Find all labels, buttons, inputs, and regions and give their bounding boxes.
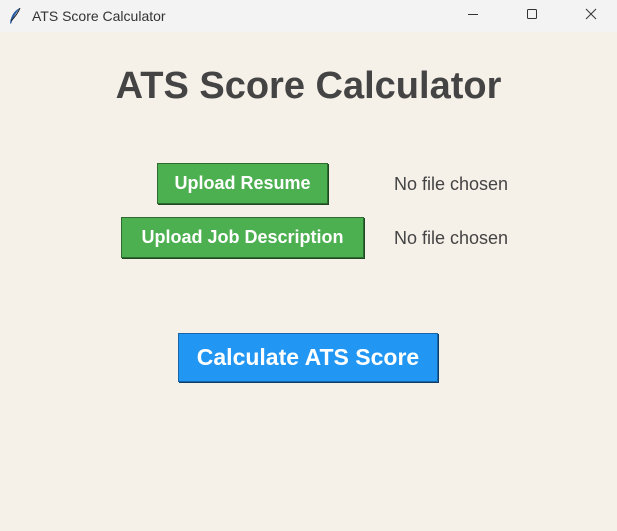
- close-icon: [585, 7, 597, 25]
- minimize-icon: [467, 7, 479, 25]
- minimize-button[interactable]: [450, 0, 496, 32]
- maximize-icon: [526, 7, 538, 25]
- main-content: ATS Score Calculator Upload Resume No fi…: [0, 32, 617, 531]
- close-button[interactable]: [568, 0, 614, 32]
- upload-job-description-button[interactable]: Upload Job Description: [121, 217, 364, 258]
- upload-resume-button[interactable]: Upload Resume: [157, 163, 328, 204]
- maximize-button[interactable]: [509, 0, 555, 32]
- page-title: ATS Score Calculator: [115, 65, 502, 107]
- resume-file-status: No file chosen: [394, 174, 509, 194]
- job-description-file-status: No file chosen: [394, 228, 509, 248]
- feather-icon: [8, 7, 22, 25]
- title-bar[interactable]: ATS Score Calculator: [0, 0, 617, 32]
- window-title: ATS Score Calculator: [32, 8, 166, 24]
- calculate-ats-score-button[interactable]: Calculate ATS Score: [178, 333, 438, 382]
- app-window: ATS Score Calculator ATS Score Calculato…: [0, 0, 617, 531]
